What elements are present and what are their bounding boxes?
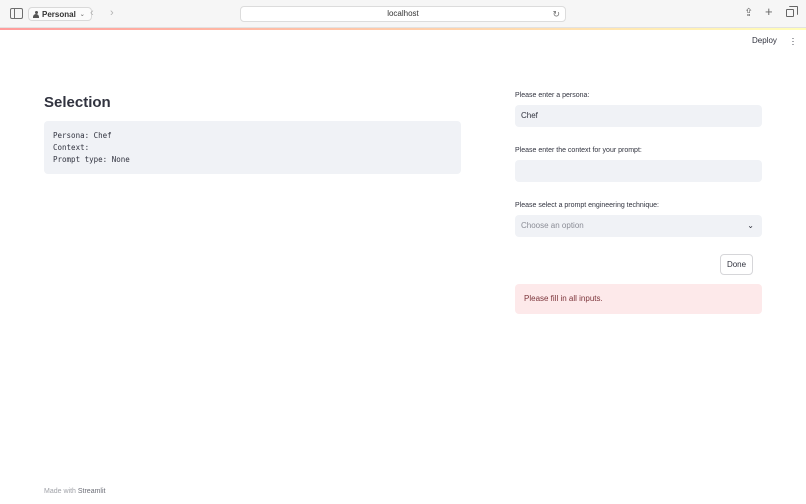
footer-brand-link[interactable]: Streamlit bbox=[78, 488, 106, 495]
new-tab-icon[interactable]: + bbox=[765, 4, 773, 19]
profile-button[interactable]: Personal ⌄ bbox=[28, 7, 92, 21]
forward-arrow-icon[interactable]: › bbox=[110, 7, 114, 19]
share-icon[interactable]: ⇪ bbox=[744, 6, 753, 19]
chevron-down-icon: ⌄ bbox=[79, 11, 85, 18]
url-text: localhost bbox=[387, 9, 419, 18]
deploy-button[interactable]: Deploy bbox=[752, 36, 777, 45]
profile-label: Personal bbox=[42, 9, 76, 19]
sidebar-toggle-icon[interactable] bbox=[10, 8, 23, 19]
done-button[interactable]: Done bbox=[720, 254, 753, 275]
technique-placeholder: Choose an option bbox=[521, 221, 584, 230]
footer: Made with Streamlit bbox=[44, 488, 105, 495]
technique-label: Please select a prompt engineering techn… bbox=[515, 202, 659, 209]
code-line: Persona: Chef bbox=[53, 131, 112, 140]
page-title: Selection bbox=[44, 94, 111, 111]
persona-label: Please enter a persona: bbox=[515, 92, 590, 99]
code-line: Prompt type: None bbox=[53, 155, 130, 164]
person-icon bbox=[33, 10, 39, 18]
address-bar[interactable]: localhost ↻ bbox=[240, 6, 566, 22]
technique-select[interactable]: Choose an option ⌄ bbox=[515, 215, 762, 237]
context-input[interactable] bbox=[515, 160, 762, 182]
browser-toolbar: Personal ⌄ ‹ › localhost ↻ ⇪ + bbox=[0, 0, 806, 28]
footer-made-with: Made with bbox=[44, 488, 76, 495]
tab-overview-icon[interactable] bbox=[786, 6, 798, 17]
back-arrow-icon[interactable]: ‹ bbox=[90, 7, 94, 19]
code-line: Context: bbox=[53, 143, 90, 152]
context-label: Please enter the context for your prompt… bbox=[515, 147, 642, 154]
chevron-down-icon: ⌄ bbox=[747, 221, 754, 230]
main-menu-icon[interactable]: · · · bbox=[791, 34, 795, 49]
reload-icon[interactable]: ↻ bbox=[552, 7, 560, 21]
error-alert: Please fill in all inputs. bbox=[515, 284, 762, 314]
header-accent-line bbox=[0, 28, 806, 30]
selection-code-block: Persona: Chef Context: Prompt type: None bbox=[44, 121, 461, 174]
persona-input[interactable]: Chef bbox=[515, 105, 762, 127]
